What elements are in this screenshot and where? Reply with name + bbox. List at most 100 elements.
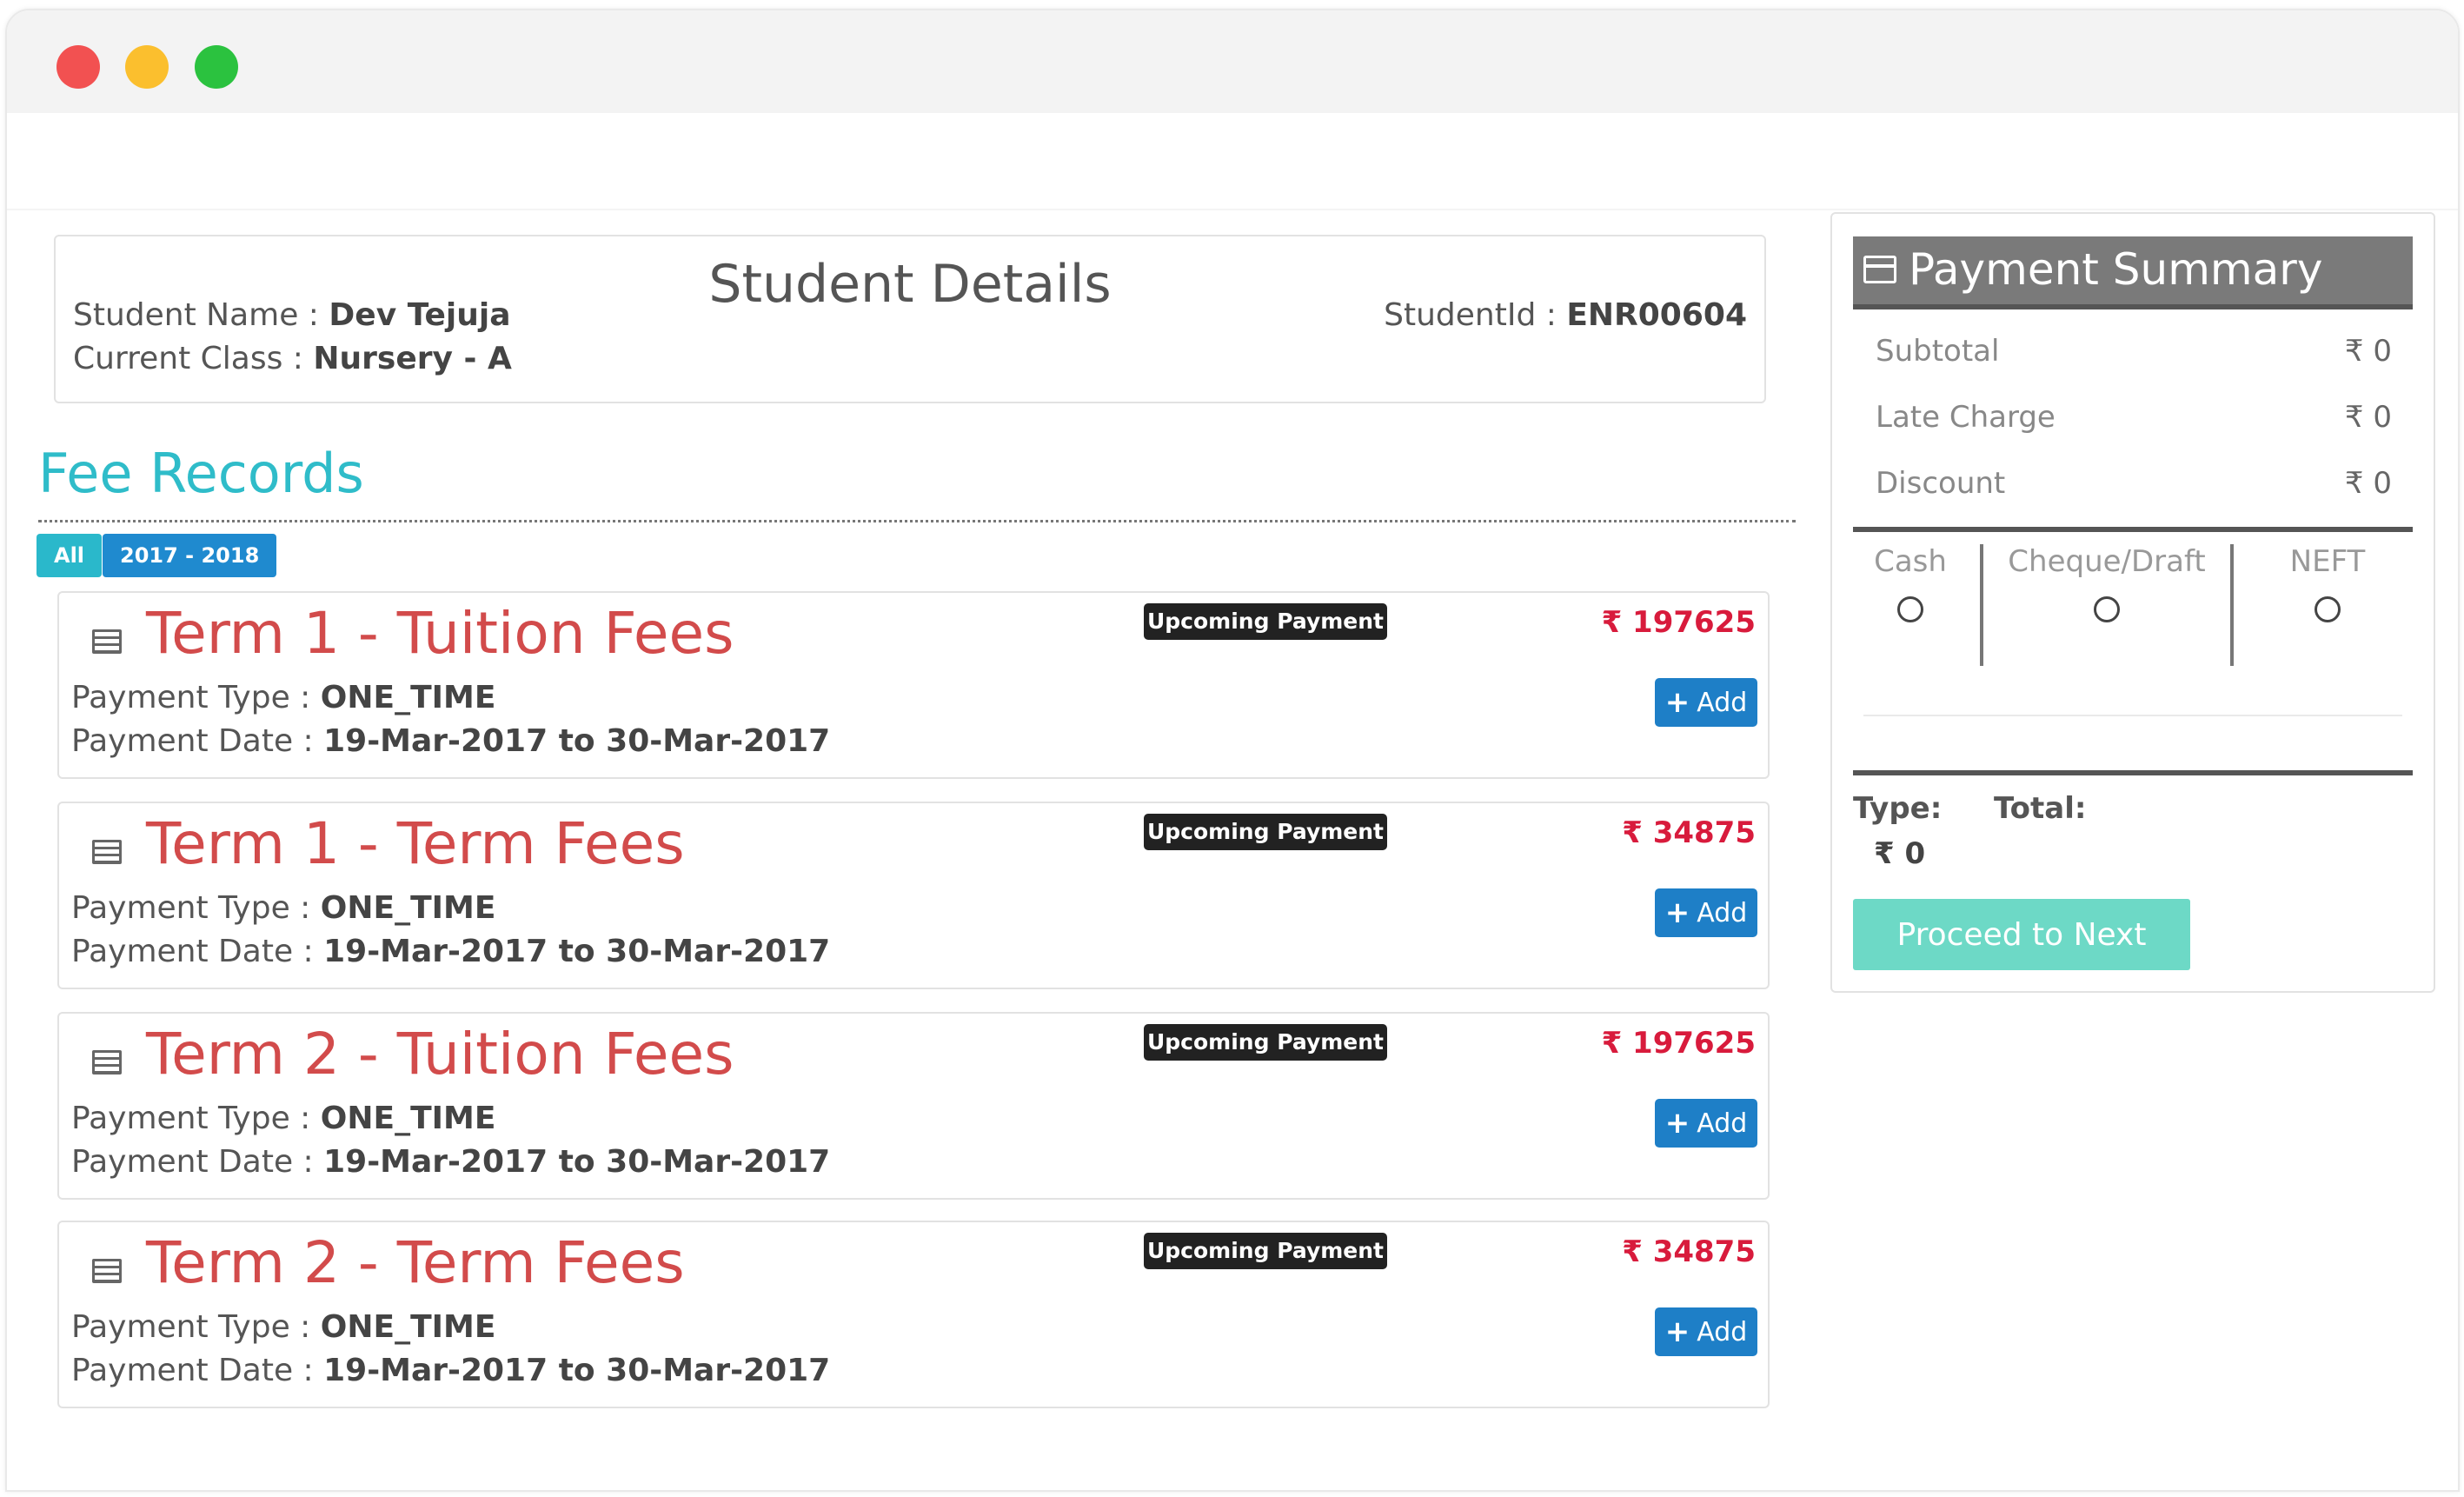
plus-icon: + xyxy=(1664,1314,1690,1349)
payment-type-label: Payment Type : xyxy=(71,1309,321,1345)
fee-title: Term 2 - Term Fees xyxy=(146,1229,685,1296)
subtotal-value: ₹ 0 xyxy=(2344,334,2392,369)
add-button-label: Add xyxy=(1697,1108,1748,1139)
list-icon xyxy=(92,1050,122,1075)
student-name-label: Student Name : xyxy=(73,297,329,333)
student-id-label: StudentId : xyxy=(1384,297,1567,333)
type-label: Type: xyxy=(1853,791,1943,826)
window-titlebar xyxy=(7,10,2458,113)
payment-date-value: 19-Mar-2017 to 30-Mar-2017 xyxy=(323,1144,831,1180)
payment-date-line: Payment Date : 19-Mar-2017 to 30-Mar-201… xyxy=(71,723,830,759)
current-class-value: Nursery - A xyxy=(313,341,512,376)
student-name-line: Student Name : Dev Tejuja xyxy=(73,297,510,333)
total-value: ₹ 0 xyxy=(1874,836,1926,871)
summary-divider xyxy=(1853,527,2413,532)
payment-date-value: 19-Mar-2017 to 30-Mar-2017 xyxy=(323,934,831,969)
fee-amount: ₹ 197625 xyxy=(1601,1026,1756,1061)
discount-value: ₹ 0 xyxy=(2344,466,2392,501)
payment-type-line: Payment Type : ONE_TIME xyxy=(71,680,495,715)
payment-method-cheque[interactable]: Cheque/Draft xyxy=(1994,544,2220,622)
payment-type-value: ONE_TIME xyxy=(320,1101,496,1136)
payment-type-value: ONE_TIME xyxy=(320,890,496,926)
payment-date-line: Payment Date : 19-Mar-2017 to 30-Mar-201… xyxy=(71,1353,830,1388)
payment-date-label: Payment Date : xyxy=(71,934,324,969)
neft-radio[interactable] xyxy=(2315,596,2341,622)
filter-year-button[interactable]: 2017 - 2018 xyxy=(103,534,277,577)
fee-card: Term 1 - Term Fees Upcoming Payment ₹ 34… xyxy=(57,802,1770,989)
current-class-label: Current Class : xyxy=(73,341,314,376)
late-charge-row: Late Charge ₹ 0 xyxy=(1876,400,2392,435)
credit-card-icon xyxy=(1863,256,1896,283)
fee-amount: ₹ 197625 xyxy=(1601,605,1756,640)
plus-icon: + xyxy=(1664,895,1690,930)
payment-method-neft[interactable]: NEFT xyxy=(2275,544,2380,622)
late-charge-label: Late Charge xyxy=(1876,400,2056,435)
plus-icon: + xyxy=(1664,685,1690,720)
fee-card: Term 1 - Tuition Fees Upcoming Payment ₹… xyxy=(57,591,1770,779)
list-icon xyxy=(92,629,122,654)
method-divider xyxy=(1980,544,1983,666)
status-badge: Upcoming Payment xyxy=(1144,603,1387,640)
payment-date-label: Payment Date : xyxy=(71,1353,324,1388)
proceed-to-next-button[interactable]: Proceed to Next xyxy=(1853,899,2190,970)
maximize-window-button[interactable] xyxy=(195,45,238,89)
close-window-button[interactable] xyxy=(56,45,100,89)
subtotal-label: Subtotal xyxy=(1876,334,2000,369)
payment-type-line: Payment Type : ONE_TIME xyxy=(71,1309,495,1345)
add-button-label: Add xyxy=(1697,1316,1748,1347)
add-fee-button[interactable]: + Add xyxy=(1655,1307,1757,1356)
add-button-label: Add xyxy=(1697,687,1748,718)
payment-summary-title: Payment Summary xyxy=(1909,244,2323,295)
method-divider xyxy=(2230,544,2234,666)
add-fee-button[interactable]: + Add xyxy=(1655,1099,1757,1148)
add-fee-button[interactable]: + Add xyxy=(1655,678,1757,727)
cash-label: Cash xyxy=(1874,544,1947,579)
payment-summary-header: Payment Summary xyxy=(1853,236,2413,309)
cash-radio[interactable] xyxy=(1897,596,1923,622)
payment-type-line: Payment Type : ONE_TIME xyxy=(71,1101,495,1136)
fee-title: Term 1 - Term Fees xyxy=(146,810,685,877)
fee-records-heading: Fee Records xyxy=(38,442,364,505)
fee-title: Term 1 - Tuition Fees xyxy=(146,600,734,667)
page-top-band xyxy=(7,113,2458,210)
payment-type-value: ONE_TIME xyxy=(320,680,496,715)
status-badge: Upcoming Payment xyxy=(1144,1024,1387,1061)
late-charge-value: ₹ 0 xyxy=(2344,400,2392,435)
total-label: Total: xyxy=(1994,791,2087,826)
discount-label: Discount xyxy=(1876,466,2006,501)
summary-thin-divider xyxy=(1863,715,2402,716)
student-id-line: StudentId : ENR00604 xyxy=(1384,297,1747,333)
payment-date-value: 19-Mar-2017 to 30-Mar-2017 xyxy=(323,1353,831,1388)
cheque-label: Cheque/Draft xyxy=(2008,544,2206,579)
fee-records-divider xyxy=(38,520,1796,522)
status-badge: Upcoming Payment xyxy=(1144,814,1387,850)
payment-date-value: 19-Mar-2017 to 30-Mar-2017 xyxy=(323,723,831,759)
payment-type-label: Payment Type : xyxy=(71,1101,321,1136)
status-badge: Upcoming Payment xyxy=(1144,1233,1387,1269)
plus-icon: + xyxy=(1664,1106,1690,1141)
payment-type-label: Payment Type : xyxy=(71,890,321,926)
neft-label: NEFT xyxy=(2289,544,2366,579)
student-name-value: Dev Tejuja xyxy=(329,297,511,333)
payment-method-cash[interactable]: Cash xyxy=(1867,544,1954,622)
payment-date-label: Payment Date : xyxy=(71,1144,324,1180)
payment-type-line: Payment Type : ONE_TIME xyxy=(71,890,495,926)
list-icon xyxy=(92,1259,122,1283)
minimize-window-button[interactable] xyxy=(125,45,169,89)
discount-row: Discount ₹ 0 xyxy=(1876,466,2392,501)
payment-date-line: Payment Date : 19-Mar-2017 to 30-Mar-201… xyxy=(71,1144,830,1180)
payment-summary-panel: Payment Summary Subtotal ₹ 0 Late Charge… xyxy=(1830,212,2435,993)
cheque-radio[interactable] xyxy=(2094,596,2120,622)
fee-card: Term 2 - Tuition Fees Upcoming Payment ₹… xyxy=(57,1012,1770,1200)
filter-all-button[interactable]: All xyxy=(37,534,103,577)
student-details-panel: Student Details Student Name : Dev Tejuj… xyxy=(54,235,1766,403)
add-fee-button[interactable]: + Add xyxy=(1655,888,1757,937)
list-icon xyxy=(92,840,122,864)
payment-type-label: Payment Type : xyxy=(71,680,321,715)
add-button-label: Add xyxy=(1697,897,1748,928)
payment-date-label: Payment Date : xyxy=(71,723,324,759)
fee-card: Term 2 - Term Fees Upcoming Payment ₹ 34… xyxy=(57,1221,1770,1408)
fee-amount: ₹ 34875 xyxy=(1622,815,1756,850)
summary-divider xyxy=(1853,770,2413,775)
current-class-line: Current Class : Nursery - A xyxy=(73,341,512,376)
